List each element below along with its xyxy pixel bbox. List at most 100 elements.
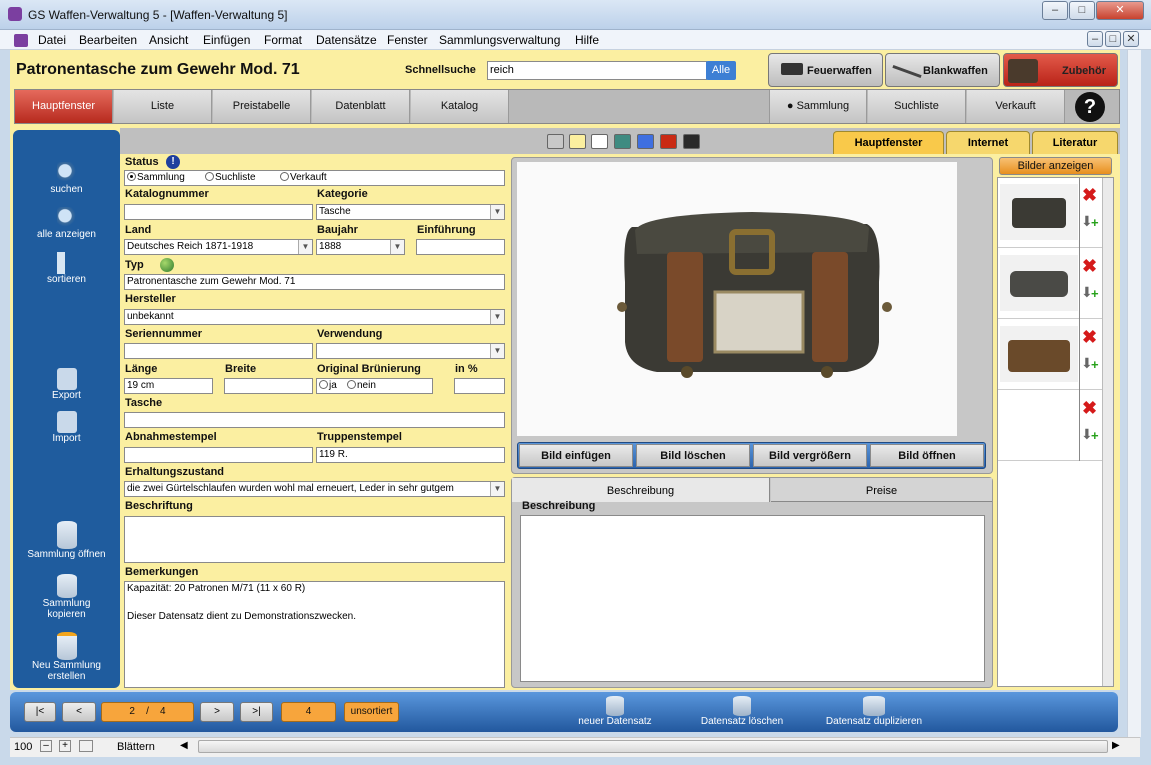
- close-button[interactable]: ✕: [1096, 1, 1144, 20]
- mdi-restore-button[interactable]: □: [1105, 31, 1121, 47]
- new-record-button[interactable]: neuer Datensatz: [565, 696, 665, 727]
- menu-sammlungsverwaltung[interactable]: Sammlungsverwaltung: [439, 33, 560, 47]
- insert-image-button[interactable]: Bild einfügen: [519, 444, 633, 467]
- horizontal-scrollbar[interactable]: [198, 740, 1108, 753]
- globe-icon[interactable]: [160, 258, 174, 272]
- erhaltungszustand-select[interactable]: die zwei Gürtelschlaufen wurden wohl mal…: [124, 481, 505, 497]
- menu-datensaetze[interactable]: Datensätze: [316, 33, 377, 47]
- mdi-minimize-button[interactable]: –: [1087, 31, 1103, 47]
- rtab-hauptfenster[interactable]: Hauptfenster: [833, 131, 944, 154]
- tab-preise[interactable]: Preise: [771, 478, 992, 502]
- last-record-button[interactable]: >|: [240, 702, 273, 722]
- info-icon[interactable]: !: [166, 155, 180, 169]
- blades-button[interactable]: Blankwaffen: [885, 53, 1000, 87]
- first-record-button[interactable]: |<: [24, 702, 56, 722]
- delete-record-button[interactable]: Datensatz löschen: [690, 696, 794, 727]
- menu-fenster[interactable]: Fenster: [387, 33, 428, 47]
- mdi-close-button[interactable]: ✕: [1123, 31, 1139, 47]
- menu-einfuegen[interactable]: Einfügen: [203, 33, 250, 47]
- enlarge-image-button[interactable]: Bild vergrößern: [753, 444, 867, 467]
- next-record-button[interactable]: >: [200, 702, 234, 722]
- laenge-field[interactable]: 19 cm: [124, 378, 213, 394]
- new-collection-button[interactable]: Neu Sammlung erstellen: [13, 632, 120, 682]
- firearms-button[interactable]: Feuerwaffen: [768, 53, 883, 87]
- breite-field[interactable]: [224, 378, 313, 394]
- minimize-button[interactable]: –: [1042, 1, 1068, 20]
- bruenierung-ja-radio[interactable]: ja: [319, 380, 337, 391]
- beschreibung-textarea[interactable]: [520, 515, 985, 682]
- land-select[interactable]: Deutsches Reich 1871-1918 ▼: [124, 239, 313, 255]
- sort-state-button[interactable]: unsortiert: [344, 702, 399, 722]
- color-swatch-blue[interactable]: [637, 134, 654, 149]
- delete-thumbnail-icon[interactable]: ✖: [1082, 398, 1097, 419]
- rtab-internet[interactable]: Internet: [946, 131, 1030, 154]
- tab-preistabelle[interactable]: Preistabelle: [213, 90, 311, 123]
- status-verkauft-radio[interactable]: Verkauft: [280, 171, 327, 185]
- tab-sammlung[interactable]: ● Sammlung: [769, 90, 867, 123]
- einfuehrung-field[interactable]: [416, 239, 505, 255]
- color-swatch-white[interactable]: [591, 134, 608, 149]
- seriennummer-field[interactable]: [124, 343, 313, 359]
- show-images-button[interactable]: Bilder anzeigen: [999, 157, 1112, 175]
- typ-field[interactable]: Patronentasche zum Gewehr Mod. 71: [124, 274, 505, 290]
- menu-hilfe[interactable]: Hilfe: [575, 33, 599, 47]
- tab-liste[interactable]: Liste: [114, 90, 212, 123]
- import-button[interactable]: Import: [13, 411, 120, 444]
- color-swatch-black[interactable]: [683, 134, 700, 149]
- menu-datei[interactable]: Datei: [38, 33, 66, 47]
- color-swatch-yellow[interactable]: [569, 134, 586, 149]
- menu-format[interactable]: Format: [264, 33, 302, 47]
- menu-ansicht[interactable]: Ansicht: [149, 33, 188, 47]
- zoom-level[interactable]: 100: [14, 741, 32, 753]
- open-image-button[interactable]: Bild öffnen: [870, 444, 984, 467]
- rtab-literatur[interactable]: Literatur: [1032, 131, 1118, 154]
- tab-datenblatt[interactable]: Datenblatt: [312, 90, 410, 123]
- tab-hauptfenster[interactable]: Hauptfenster: [15, 90, 113, 123]
- tab-katalog[interactable]: Katalog: [411, 90, 509, 123]
- tasche-field[interactable]: [124, 412, 505, 428]
- menu-bearbeiten[interactable]: Bearbeiten: [79, 33, 137, 47]
- verwendung-select[interactable]: ▼: [316, 343, 505, 359]
- copy-collection-button[interactable]: Sammlung kopieren: [13, 574, 120, 620]
- show-all-button[interactable]: alle anzeigen: [13, 207, 120, 240]
- tab-verkauft[interactable]: Verkauft: [967, 90, 1065, 123]
- tab-suchliste[interactable]: Suchliste: [868, 90, 966, 123]
- bruenierung-nein-radio[interactable]: nein: [347, 379, 376, 393]
- delete-thumbnail-icon[interactable]: ✖: [1082, 327, 1097, 348]
- abnahmestempel-field[interactable]: [124, 447, 313, 463]
- window-vertical-scrollbar[interactable]: [1127, 50, 1141, 737]
- zoom-in-icon[interactable]: +: [59, 740, 71, 752]
- layout-mode-icon[interactable]: [79, 740, 93, 752]
- help-button[interactable]: ?: [1075, 92, 1105, 122]
- scroll-right-icon[interactable]: ▶: [1112, 740, 1124, 752]
- beschriftung-textarea[interactable]: [124, 516, 505, 563]
- inprozent-field[interactable]: [454, 378, 505, 394]
- status-suchliste-radio[interactable]: Suchliste: [205, 171, 256, 185]
- thumbnail-scrollbar[interactable]: [1102, 178, 1113, 686]
- delete-thumbnail-icon[interactable]: ✖: [1082, 256, 1097, 277]
- quicksearch-all-button[interactable]: Alle: [706, 61, 736, 80]
- accessories-button[interactable]: Zubehör: [1003, 53, 1118, 87]
- tab-beschreibung[interactable]: Beschreibung: [512, 478, 770, 502]
- color-swatch-teal[interactable]: [614, 134, 631, 149]
- delete-image-button[interactable]: Bild löschen: [636, 444, 750, 467]
- maximize-button[interactable]: □: [1069, 1, 1095, 20]
- hersteller-select[interactable]: unbekannt ▼: [124, 309, 505, 325]
- search-button[interactable]: suchen: [13, 162, 120, 195]
- kategorie-select[interactable]: Tasche ▼: [316, 204, 505, 220]
- export-button[interactable]: Export: [13, 368, 120, 401]
- baujahr-select[interactable]: 1888 ▼: [316, 239, 405, 255]
- main-image[interactable]: [517, 162, 957, 436]
- status-sammlung-radio[interactable]: Sammlung: [127, 172, 185, 183]
- katalognummer-field[interactable]: [124, 204, 313, 220]
- open-collection-button[interactable]: Sammlung öffnen: [13, 521, 120, 560]
- prev-record-button[interactable]: <: [62, 702, 96, 722]
- scroll-left-icon[interactable]: ◀: [180, 740, 192, 752]
- color-swatch-red[interactable]: [660, 134, 677, 149]
- truppenstempel-field[interactable]: 119 R.: [316, 447, 505, 463]
- bemerkungen-textarea[interactable]: Kapazität: 20 Patronen M/71 (11 x 60 R) …: [124, 581, 505, 688]
- quicksearch-input[interactable]: reich: [487, 61, 707, 80]
- sort-button[interactable]: sortieren: [13, 252, 120, 285]
- delete-thumbnail-icon[interactable]: ✖: [1082, 185, 1097, 206]
- duplicate-record-button[interactable]: Datensatz duplizieren: [815, 696, 933, 727]
